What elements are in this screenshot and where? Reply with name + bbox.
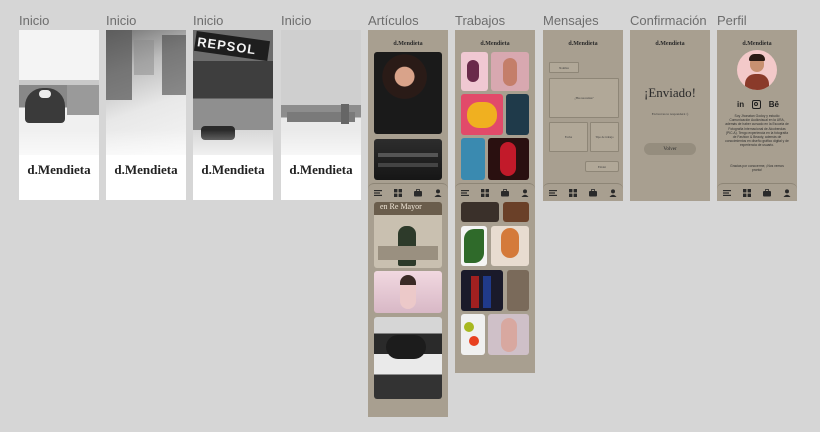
linkedin-icon[interactable]: in [737, 100, 744, 109]
grid-tab-icon[interactable] [743, 188, 751, 197]
article-snow-card[interactable] [374, 317, 442, 399]
frame-label-trabajos: Trabajos [455, 13, 506, 28]
app-title: d.Mendieta [568, 41, 598, 47]
frame-label-perfil: Perfil [717, 13, 747, 28]
work-tile-7[interactable] [461, 202, 499, 222]
sent-body: En breves te responderé :) [651, 112, 689, 116]
app-title: d.Mendieta [742, 41, 772, 47]
trabajos-frame[interactable]: d.Mendieta [455, 30, 535, 373]
article-portrait-card[interactable] [374, 52, 442, 134]
bottom-tab-bar [368, 183, 448, 201]
work-tile-12[interactable] [507, 270, 529, 311]
app-title: d.Mendieta [393, 41, 423, 47]
briefcase-tab-icon[interactable] [589, 188, 597, 197]
article-caption: en Re Mayor [380, 202, 422, 211]
inicio-frame-3[interactable]: REPSOL d.Mendieta [193, 30, 273, 200]
user-tab-icon[interactable] [609, 188, 617, 197]
frame-label-mensajes: Mensajes [543, 13, 599, 28]
briefcase-tab-icon[interactable] [501, 188, 509, 197]
inicio-frame-1[interactable]: d.Mendieta [19, 30, 99, 200]
work-tile-5[interactable] [461, 138, 485, 180]
articulos-frame[interactable]: d.Mendieta en Re Mayor [368, 30, 448, 417]
perfil-frame[interactable]: d.Mendieta in Bē Soy Jhonatan Godoy y es… [717, 30, 797, 201]
bottom-tab-bar [543, 183, 623, 201]
avatar [737, 50, 777, 90]
name-field[interactable]: Nombre [549, 62, 579, 73]
app-title: d.Mendieta [480, 41, 510, 47]
sent-headline: ¡Enviado! [644, 85, 696, 100]
work-tile-11[interactable] [461, 270, 503, 311]
work-tile-9[interactable] [461, 226, 487, 266]
message-field[interactable]: ¿Has necesitas? [549, 78, 619, 118]
brand-logo: d.Mendieta [201, 162, 265, 177]
briefcase-tab-icon[interactable] [763, 188, 771, 197]
inicio-frame-2[interactable]: d.Mendieta [106, 30, 186, 200]
user-tab-icon[interactable] [521, 188, 529, 197]
work-tile-10[interactable] [491, 226, 529, 266]
brand-logo: d.Mendieta [114, 162, 178, 177]
app-title: d.Mendieta [655, 41, 685, 47]
frame-label-inicio-3: Inicio [193, 13, 224, 28]
grid-tab-icon[interactable] [569, 188, 577, 197]
article-orchestra-card[interactable] [374, 139, 442, 180]
frame-label-inicio-1: Inicio [19, 13, 50, 28]
confirmacion-frame[interactable]: d.Mendieta ¡Enviado! En breves te respon… [630, 30, 710, 201]
bottom-tab-bar [717, 183, 797, 201]
date-field[interactable]: Fecha [549, 122, 588, 152]
job-type-field[interactable]: Tipo de trabajo [590, 122, 619, 152]
work-tile-6[interactable] [488, 138, 529, 180]
bio-text: Soy Jhonatan Godoy y estudio Comunicació… [725, 114, 789, 148]
send-button[interactable]: Enviar [585, 161, 619, 172]
inicio-frame-4[interactable]: d.Mendieta [281, 30, 361, 200]
work-tile-13[interactable] [461, 314, 485, 355]
frame-label-inicio-4: Inicio [281, 13, 312, 28]
social-links: in Bē [737, 99, 779, 109]
mensajes-frame[interactable]: d.Mendieta Nombre ¿Has necesitas? Fecha … [543, 30, 623, 201]
thanks-text: Gracias por conocerme, ¡Nos vemos pronto… [730, 164, 784, 173]
articles-tab-icon[interactable] [723, 189, 731, 197]
articles-tab-icon[interactable] [461, 189, 469, 197]
grid-tab-icon[interactable] [481, 188, 489, 197]
work-tile-8[interactable] [503, 202, 529, 222]
work-tile-2[interactable] [491, 52, 529, 91]
brand-logo: d.Mendieta [289, 162, 353, 177]
frame-label-confirmacion: Confirmación [630, 13, 707, 28]
articles-tab-icon[interactable] [549, 189, 557, 197]
frame-label-inicio-2: Inicio [106, 13, 137, 28]
work-tile-14[interactable] [488, 314, 529, 355]
articles-tab-icon[interactable] [374, 189, 382, 197]
instagram-icon[interactable] [751, 99, 761, 109]
frame-label-articulos: Artículos [368, 13, 419, 28]
work-tile-3[interactable] [461, 94, 503, 135]
behance-icon[interactable]: Bē [769, 100, 779, 109]
brand-logo: d.Mendieta [27, 162, 91, 177]
user-tab-icon[interactable] [434, 188, 442, 197]
work-tile-1[interactable] [461, 52, 488, 91]
grid-tab-icon[interactable] [394, 188, 402, 197]
work-tile-4[interactable] [506, 94, 529, 135]
briefcase-tab-icon[interactable] [414, 188, 422, 197]
user-tab-icon[interactable] [783, 188, 791, 197]
article-fashion-card[interactable] [374, 271, 442, 313]
bottom-tab-bar [455, 183, 535, 201]
back-button[interactable]: Volver [644, 143, 696, 155]
article-concert-card[interactable]: en Re Mayor [374, 202, 442, 268]
